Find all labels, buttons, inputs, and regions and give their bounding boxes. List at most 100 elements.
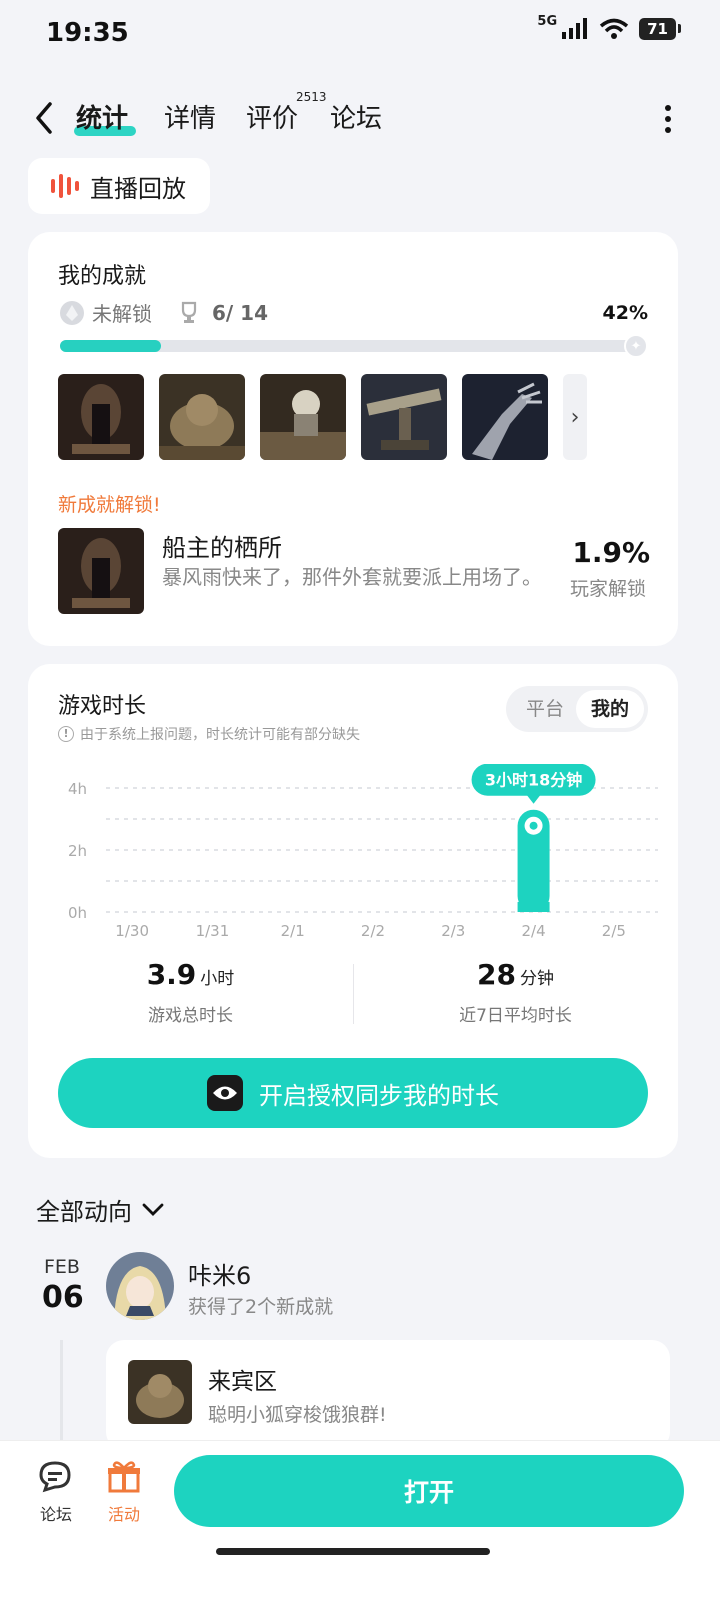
feed-achievement-card[interactable]: 来宾区 聪明小狐穿梭饿狼群! xyxy=(106,1340,670,1450)
feed-filter-dropdown[interactable]: 全部动向 xyxy=(36,1192,164,1227)
feed-user-action: 获得了2个新成就 xyxy=(188,1296,334,1318)
stat-total: 3.9 小时 游戏总时长 xyxy=(28,958,353,1026)
stat-average-label: 近7日平均时长 xyxy=(459,1006,572,1026)
achievement-thumb[interactable] xyxy=(159,374,245,460)
x-tick-label: 2/3 xyxy=(441,922,465,940)
forum-icon xyxy=(39,1461,71,1493)
sync-playtime-label: 开启授权同步我的时长 xyxy=(259,1081,499,1110)
progress-end-icon: ✦ xyxy=(624,334,648,358)
playtime-toggle: 平台 我的 xyxy=(506,686,648,732)
reviews-count-badge: 2513 xyxy=(296,90,327,104)
trophy-icon xyxy=(181,301,197,323)
y-tick-label: 2h xyxy=(68,842,87,860)
feed-user-name[interactable]: 咔米6 xyxy=(188,1256,251,1291)
achievements-title: 我的成就 xyxy=(58,264,147,289)
new-achievement-rate-label: 玩家解锁 xyxy=(569,578,646,600)
live-replay-label: 直播回放 xyxy=(90,174,186,203)
status-time: 19:35 xyxy=(46,18,129,48)
achievement-progress-bar: ✦ xyxy=(60,334,648,358)
battery-indicator: 71 xyxy=(639,18,681,40)
tooltip-pointer xyxy=(526,794,541,804)
playtime-card: 游戏时长 ! 由于系统上报问题，时长统计可能有部分缺失 平台 我的 0h 2h 4h… xyxy=(28,664,678,1158)
feed-achievement-title: 来宾区 xyxy=(208,1369,277,1395)
bottom-bar: 论坛 活动 打开 xyxy=(0,1440,720,1600)
playtime-notice-text: 由于系统上报问题，时长统计可能有部分缺失 xyxy=(80,727,360,743)
more-icon[interactable] xyxy=(664,104,672,134)
playtime-chart: 0h 2h 4h 1/30 1/31 2/1 2/2 2/3 2/4 3小时18分钟 2/5 xyxy=(68,764,658,940)
eye-icon xyxy=(207,1075,243,1111)
bottom-forum-button[interactable]: 论坛 xyxy=(26,1459,86,1525)
new-achievement-rate: 1.9% xyxy=(572,536,650,569)
achievements-meta: 未解锁 6/ 14 xyxy=(58,298,268,327)
timeline-line xyxy=(60,1340,63,1440)
feed-achievement-desc: 聪明小狐穿梭饿狼群! xyxy=(208,1404,387,1426)
y-tick-label: 4h xyxy=(68,780,87,798)
achievement-count: 6/ 14 xyxy=(212,300,269,325)
toggle-mine[interactable]: 我的 xyxy=(576,690,644,728)
status-bar: 19:35 5G 71 xyxy=(0,0,720,70)
tab-details[interactable]: 详情 xyxy=(164,98,216,135)
status-icons: 5G 71 xyxy=(537,14,681,40)
x-tick-label: 1/31 xyxy=(196,922,230,940)
feed-date-day: 06 xyxy=(42,1280,84,1315)
feed-achievement-thumb xyxy=(128,1360,192,1424)
wifi-icon xyxy=(599,18,629,39)
toggle-platform[interactable]: 平台 xyxy=(512,690,578,728)
stat-total-unit: 小时 xyxy=(200,969,235,989)
locked-label: 未解锁 xyxy=(92,302,152,326)
info-icon: ! xyxy=(58,726,74,742)
more-achievements-chevron-icon[interactable]: › xyxy=(563,374,587,460)
tab-reviews[interactable]: 评价 xyxy=(246,98,298,135)
x-tick-label: 2/4 xyxy=(522,922,546,940)
achievement-thumb[interactable] xyxy=(462,374,548,460)
new-achievement-desc: 暴风雨快来了，那件外套就要派上用场了。 xyxy=(162,565,542,589)
network-label: 5G xyxy=(537,13,558,29)
feed-filter-label: 全部动向 xyxy=(36,1198,132,1226)
achievements-card: 我的成就 未解锁 6/ 14 42% ✦ › 新成就解锁! 船主的栖所 暴风雨快… xyxy=(28,232,678,646)
signal-icon xyxy=(562,18,588,39)
new-achievement-name: 船主的栖所 xyxy=(162,534,282,562)
tab-stats[interactable]: 统计 xyxy=(76,98,128,135)
y-tick-label: 0h xyxy=(68,904,87,922)
achievement-thumb[interactable] xyxy=(361,374,447,460)
tab-forum[interactable]: 论坛 xyxy=(330,98,382,135)
x-tick-label: 1/30 xyxy=(115,922,149,940)
stat-average: 28 分钟 近7日平均时长 xyxy=(353,958,678,1026)
x-tick-label: 2/2 xyxy=(361,922,385,940)
avatar[interactable] xyxy=(106,1252,174,1320)
new-achievement-label: 新成就解锁! xyxy=(58,494,161,516)
bottom-activity-button[interactable]: 活动 xyxy=(94,1459,154,1525)
playtime-title: 游戏时长 xyxy=(58,694,147,719)
top-nav: 统计 详情 评价 2513 论坛 xyxy=(0,86,720,150)
tooltip-label: 3小时18分钟 xyxy=(485,771,582,790)
stat-total-label: 游戏总时长 xyxy=(148,1006,233,1026)
new-achievement-thumb xyxy=(58,528,144,614)
bottom-forum-label: 论坛 xyxy=(39,1505,72,1524)
playtime-notice: ! 由于系统上报问题，时长统计可能有部分缺失 xyxy=(58,724,360,744)
gift-icon xyxy=(108,1461,140,1493)
x-tick-label: 2/1 xyxy=(281,922,305,940)
achievement-percent: 42% xyxy=(602,302,648,324)
achievement-thumbnails: › xyxy=(58,374,587,460)
stat-average-value: 28 xyxy=(477,958,516,991)
bar-marker-inner xyxy=(529,821,538,830)
live-audio-icon xyxy=(51,174,79,198)
chart-bar-base xyxy=(517,902,550,912)
sync-playtime-button[interactable]: 开启授权同步我的时长 xyxy=(58,1058,648,1128)
x-tick-label: 2/5 xyxy=(602,922,626,940)
bottom-activity-label: 活动 xyxy=(107,1505,140,1524)
stat-average-unit: 分钟 xyxy=(519,969,554,989)
achievement-thumb[interactable] xyxy=(58,374,144,460)
back-icon[interactable] xyxy=(30,100,60,136)
open-game-button[interactable]: 打开 xyxy=(174,1455,684,1527)
new-achievement-item[interactable]: 船主的栖所 暴风雨快来了，那件外套就要派上用场了。 1.9% 玩家解锁 xyxy=(58,528,650,616)
achievement-progress-fill xyxy=(60,340,161,352)
achievement-thumb[interactable] xyxy=(260,374,346,460)
live-replay-button[interactable]: 直播回放 xyxy=(28,158,210,214)
playtime-stats: 3.9 小时 游戏总时长 28 分钟 近7日平均时长 xyxy=(28,958,678,1030)
home-indicator xyxy=(216,1548,490,1555)
locked-badge-icon xyxy=(60,300,84,325)
chevron-down-icon xyxy=(142,1203,164,1216)
stat-total-value: 3.9 xyxy=(146,958,197,991)
feed-date-month: FEB xyxy=(44,1256,80,1278)
